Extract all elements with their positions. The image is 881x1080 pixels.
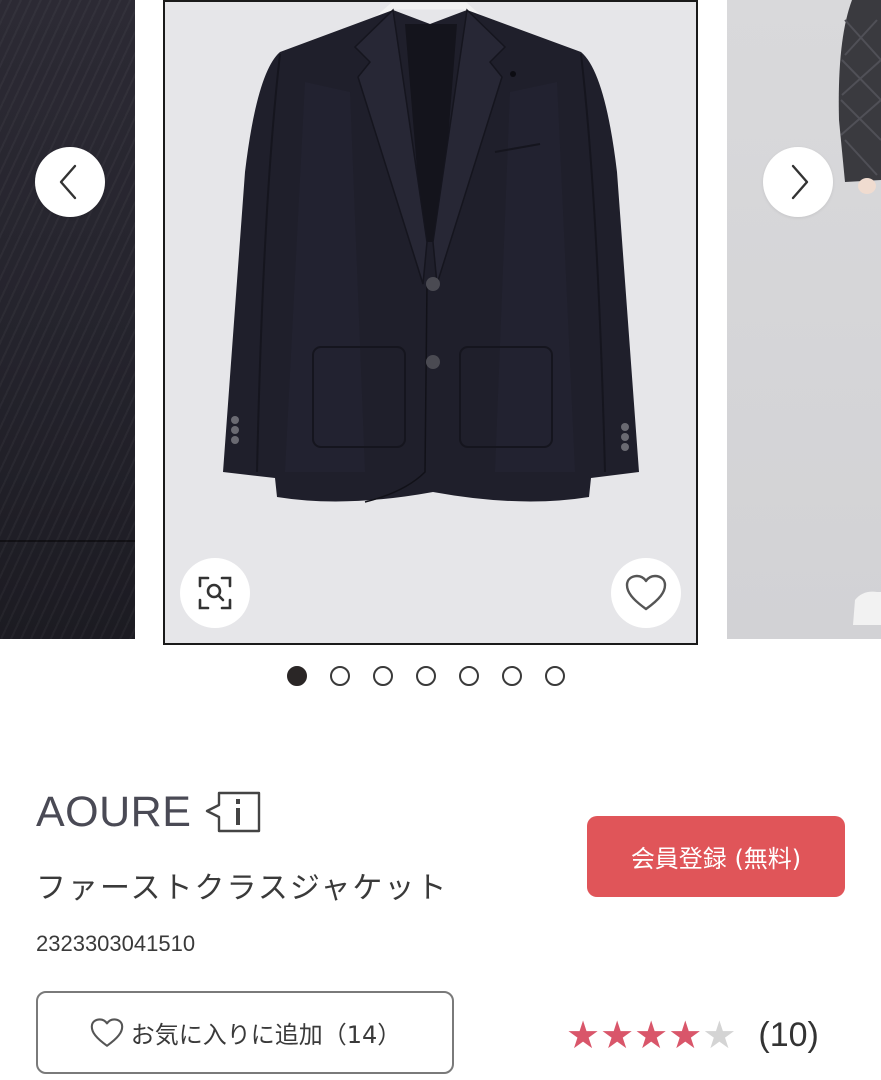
heart-icon [625, 574, 667, 611]
product-title: ファーストクラスジャケット [36, 871, 449, 906]
chevron-left-icon [59, 164, 77, 200]
product-code: 2323303041510 [36, 931, 196, 956]
pagination-dot-6[interactable] [502, 666, 522, 686]
review-count[interactable]: (10) [758, 1016, 818, 1055]
star-filled-icon: ★ [566, 1013, 601, 1057]
pagination-dot-4[interactable] [416, 666, 436, 686]
carousel-next-button[interactable] [763, 147, 833, 217]
info-icon [206, 791, 261, 833]
carousel-prev-button[interactable] [35, 147, 105, 217]
pagination-dot-7[interactable] [545, 666, 565, 686]
star-filled-icon: ★ [600, 1013, 635, 1057]
star-filled-icon: ★ [634, 1013, 669, 1057]
brand-name-link[interactable]: AOURE [36, 788, 191, 837]
product-page: AOURE ファーストクラスジャケット 2323303041510 会員登録 (… [0, 0, 881, 1080]
carousel-slide-next[interactable] [727, 0, 881, 639]
product-rating[interactable]: ★ ★ ★ ★ ★ (10) [566, 1008, 819, 1062]
pagination-dot-3[interactable] [373, 666, 393, 686]
product-image [223, 2, 639, 503]
next-slide-image [838, 0, 881, 625]
add-favorite-label: お気に入りに追加（14） [130, 1021, 402, 1049]
carousel-pagination [287, 666, 565, 690]
brand-row: AOURE [36, 784, 261, 840]
heart-icon [89, 1017, 125, 1049]
carousel-slide-previous[interactable] [0, 0, 135, 639]
carousel-slide-current[interactable] [163, 0, 698, 645]
rating-stars: ★ ★ ★ ★ ★ [566, 1016, 736, 1054]
pagination-dot-5[interactable] [459, 666, 479, 686]
fabric-hem [0, 540, 135, 542]
brand-info-button[interactable] [203, 789, 261, 839]
star-filled-icon: ★ [668, 1013, 703, 1057]
star-empty-icon: ★ [702, 1013, 737, 1057]
zoom-button[interactable] [180, 558, 250, 628]
pagination-dot-2[interactable] [330, 666, 350, 686]
search-zoom-icon [198, 576, 232, 610]
favorite-heart-button[interactable] [611, 558, 681, 628]
add-favorite-button[interactable]: お気に入りに追加（14） [36, 991, 454, 1074]
image-carousel[interactable] [0, 0, 881, 645]
pagination-dot-1[interactable] [287, 666, 307, 686]
chevron-right-icon [791, 164, 809, 200]
member-register-button[interactable]: 会員登録 (無料) [587, 816, 845, 897]
